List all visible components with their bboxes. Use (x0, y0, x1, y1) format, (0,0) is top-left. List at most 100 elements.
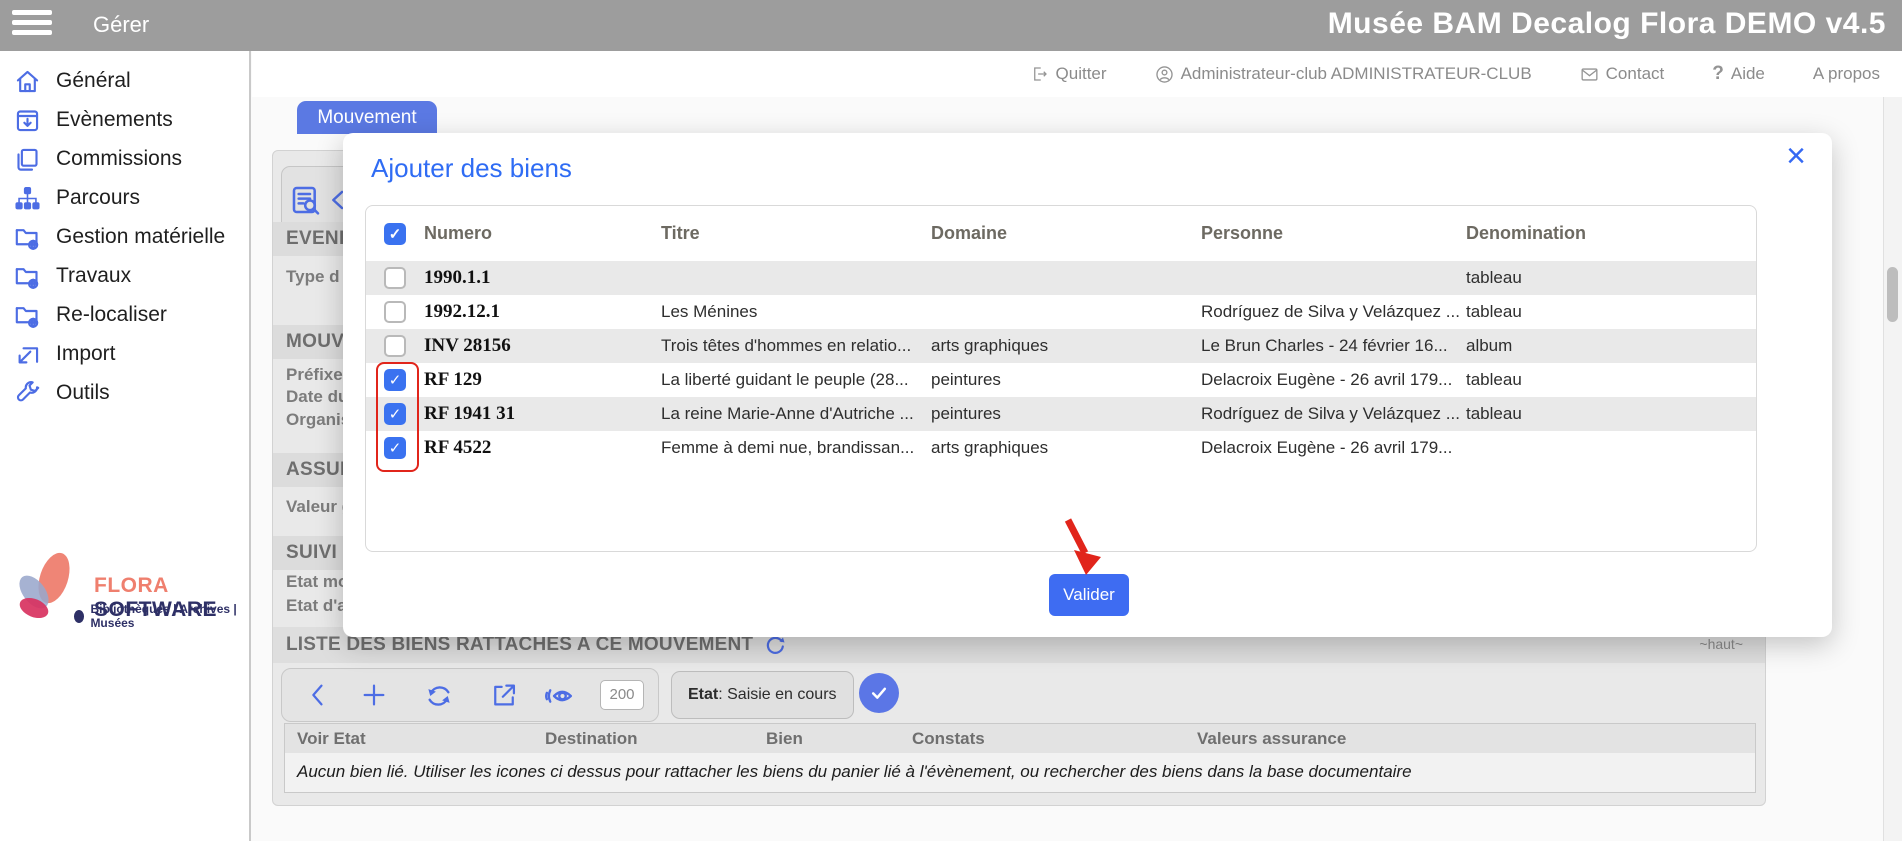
cell-titre: Femme à demi nue, brandissan... (661, 438, 931, 458)
contact-button[interactable]: Contact (1580, 64, 1665, 84)
external-link-icon[interactable] (490, 681, 518, 709)
col-valeurs-assurance: Valeurs assurance (1197, 729, 1755, 749)
label-organisme: Organis (286, 410, 350, 430)
modal-table-row[interactable]: ✓RF 1941 31La reine Marie-Anne d'Autrich… (366, 397, 1756, 431)
app-title: Musée BAM Decalog Flora DEMO v4.5 (1328, 7, 1886, 41)
aide-button[interactable]: ? Aide (1712, 63, 1765, 85)
modal-title: Ajouter des biens (371, 153, 572, 184)
sidebar: Général Evènements Commissions Parcours … (0, 51, 251, 841)
modal-table-row[interactable]: ✓RF 4522Femme à demi nue, brandissan...a… (366, 431, 1756, 465)
tab-mouvement[interactable]: Mouvement (297, 101, 437, 134)
biens-toolbar: 200 Etat : Saisie en cours (281, 668, 1773, 722)
haut-link[interactable]: ~haut~ (1699, 636, 1743, 652)
cell-titre: Les Ménines (661, 302, 931, 322)
modal-table-row[interactable]: 1990.1.1 tableau (366, 261, 1756, 295)
sidebar-item-general[interactable]: Général (14, 67, 225, 95)
biens-table-header: Voir Etat Destination Bien Constats Vale… (285, 724, 1755, 753)
label-etat-da: Etat d'a (286, 596, 347, 616)
etat-status-chip[interactable]: Etat : Saisie en cours (671, 671, 854, 719)
a-propos-button[interactable]: A propos (1813, 64, 1880, 84)
col-constats: Constats (912, 729, 1197, 749)
sidebar-item-parcours[interactable]: Parcours (14, 184, 225, 212)
envelope-icon (1580, 66, 1599, 83)
sidebar-item-travaux[interactable]: Travaux (14, 262, 225, 290)
row-checkbox[interactable] (384, 267, 406, 289)
cell-domaine: peintures (931, 404, 1201, 424)
modal-table-row[interactable]: INV 28156Trois têtes d'hommes en relatio… (366, 329, 1756, 363)
label-date: Date du (286, 387, 348, 407)
home-icon (14, 68, 41, 95)
cell-denomination: tableau (1466, 268, 1756, 288)
wrench-icon (14, 380, 41, 407)
close-icon[interactable]: × (1786, 139, 1806, 173)
col-domaine: Domaine (931, 223, 1201, 244)
sidebar-item-gestion-materielle[interactable]: Gestion matérielle (14, 223, 225, 251)
user-icon (1155, 65, 1174, 84)
plus-icon[interactable] (360, 681, 388, 709)
pages-icon (14, 146, 41, 173)
cell-personne: Le Brun Charles - 24 février 16... (1201, 336, 1466, 356)
quitter-button[interactable]: Quitter (1031, 64, 1107, 84)
exit-icon (1031, 65, 1049, 83)
modal-table-row[interactable]: ✓RF 129La liberté guidant le peuple (28.… (366, 363, 1756, 397)
sidebar-item-outils[interactable]: Outils (14, 379, 225, 407)
sidebar-item-commissions[interactable]: Commissions (14, 145, 225, 173)
cell-numero: RF 4522 (424, 437, 661, 459)
col-bien: Bien (766, 729, 912, 749)
cell-personne: Delacroix Eugène - 26 avril 179... (1201, 370, 1466, 390)
modal-table-header: ✓ Numero Titre Domaine Personne Denomina… (366, 206, 1756, 261)
row-checkbox[interactable] (384, 301, 406, 323)
col-destination: Destination (545, 729, 766, 749)
flora-software-logo: FLORA SOFTWARE Bibliothèques | Archives … (6, 546, 246, 635)
utility-nav: Quitter Administrateur-club ADMINISTRATE… (252, 51, 1902, 97)
row-checkbox[interactable] (384, 335, 406, 357)
empty-table-message: Aucun bien lié. Utiliser les icones ci d… (285, 753, 1755, 782)
cell-domaine: peintures (931, 370, 1201, 390)
label-prefixe: Préfixe (286, 365, 343, 385)
user-menu[interactable]: Administrateur-club ADMINISTRATEUR-CLUB (1155, 64, 1532, 84)
biens-toolbar-icons: 200 (281, 668, 659, 722)
list-search-icon[interactable] (290, 184, 322, 216)
sidebar-item-re-localiser[interactable]: Re-localiser (14, 301, 225, 329)
modal-table: ✓ Numero Titre Domaine Personne Denomina… (365, 205, 1757, 552)
question-icon: ? (1712, 63, 1724, 85)
cell-denomination: tableau (1466, 370, 1756, 390)
recycle-icon[interactable] (424, 681, 454, 711)
brand-tagline: Bibliothèques | Archives | Musées (94, 602, 246, 630)
gerer-menu-label[interactable]: Gérer (93, 12, 149, 38)
chevron-left-icon[interactable] (304, 681, 332, 709)
col-personne: Personne (1201, 223, 1466, 244)
cell-numero: RF 1941 31 (424, 403, 661, 425)
import-icon (14, 341, 41, 368)
select-all-checkbox[interactable]: ✓ (384, 223, 406, 245)
sidebar-item-evenements[interactable]: Evènements (14, 106, 225, 134)
cell-titre: La liberté guidant le peuple (28... (661, 370, 931, 390)
cell-personne: Rodríguez de Silva y Velázquez ... (1201, 302, 1466, 322)
sidebar-item-import[interactable]: Import (14, 340, 225, 368)
watch-eye-icon[interactable] (544, 681, 574, 711)
cell-titre: La reine Marie-Anne d'Autriche ... (661, 404, 931, 424)
cell-domaine: arts graphiques (931, 438, 1201, 458)
red-arrow-annotation (1055, 516, 1111, 582)
biens-table: Voir Etat Destination Bien Constats Vale… (284, 723, 1756, 793)
cell-numero: RF 129 (424, 369, 661, 391)
cell-numero: INV 28156 (424, 335, 661, 357)
cell-personne: Rodríguez de Silva y Velázquez ... (1201, 404, 1466, 424)
vertical-scrollbar[interactable] (1883, 97, 1902, 841)
folder-globe-icon (14, 263, 41, 290)
modal-table-row[interactable]: 1992.12.1Les Ménines Rodríguez de Silva y… (366, 295, 1756, 329)
count-input[interactable]: 200 (600, 680, 644, 710)
check-circle-button[interactable] (859, 673, 899, 713)
sitemap-icon (14, 185, 41, 212)
red-highlight-annotation (376, 362, 419, 472)
cell-denomination: tableau (1466, 302, 1756, 322)
top-bar: Gérer Musée BAM Decalog Flora DEMO v4.5 (0, 0, 1902, 51)
cell-denomination: tableau (1466, 404, 1756, 424)
hamburger-menu-icon[interactable] (12, 10, 52, 40)
scrollbar-thumb[interactable] (1887, 267, 1898, 322)
cell-numero: 1992.12.1 (424, 301, 661, 323)
cell-domaine: arts graphiques (931, 336, 1201, 356)
dot-icon (74, 610, 84, 623)
cell-numero: 1990.1.1 (424, 267, 661, 289)
cell-personne: Delacroix Eugène - 26 avril 179... (1201, 438, 1466, 458)
